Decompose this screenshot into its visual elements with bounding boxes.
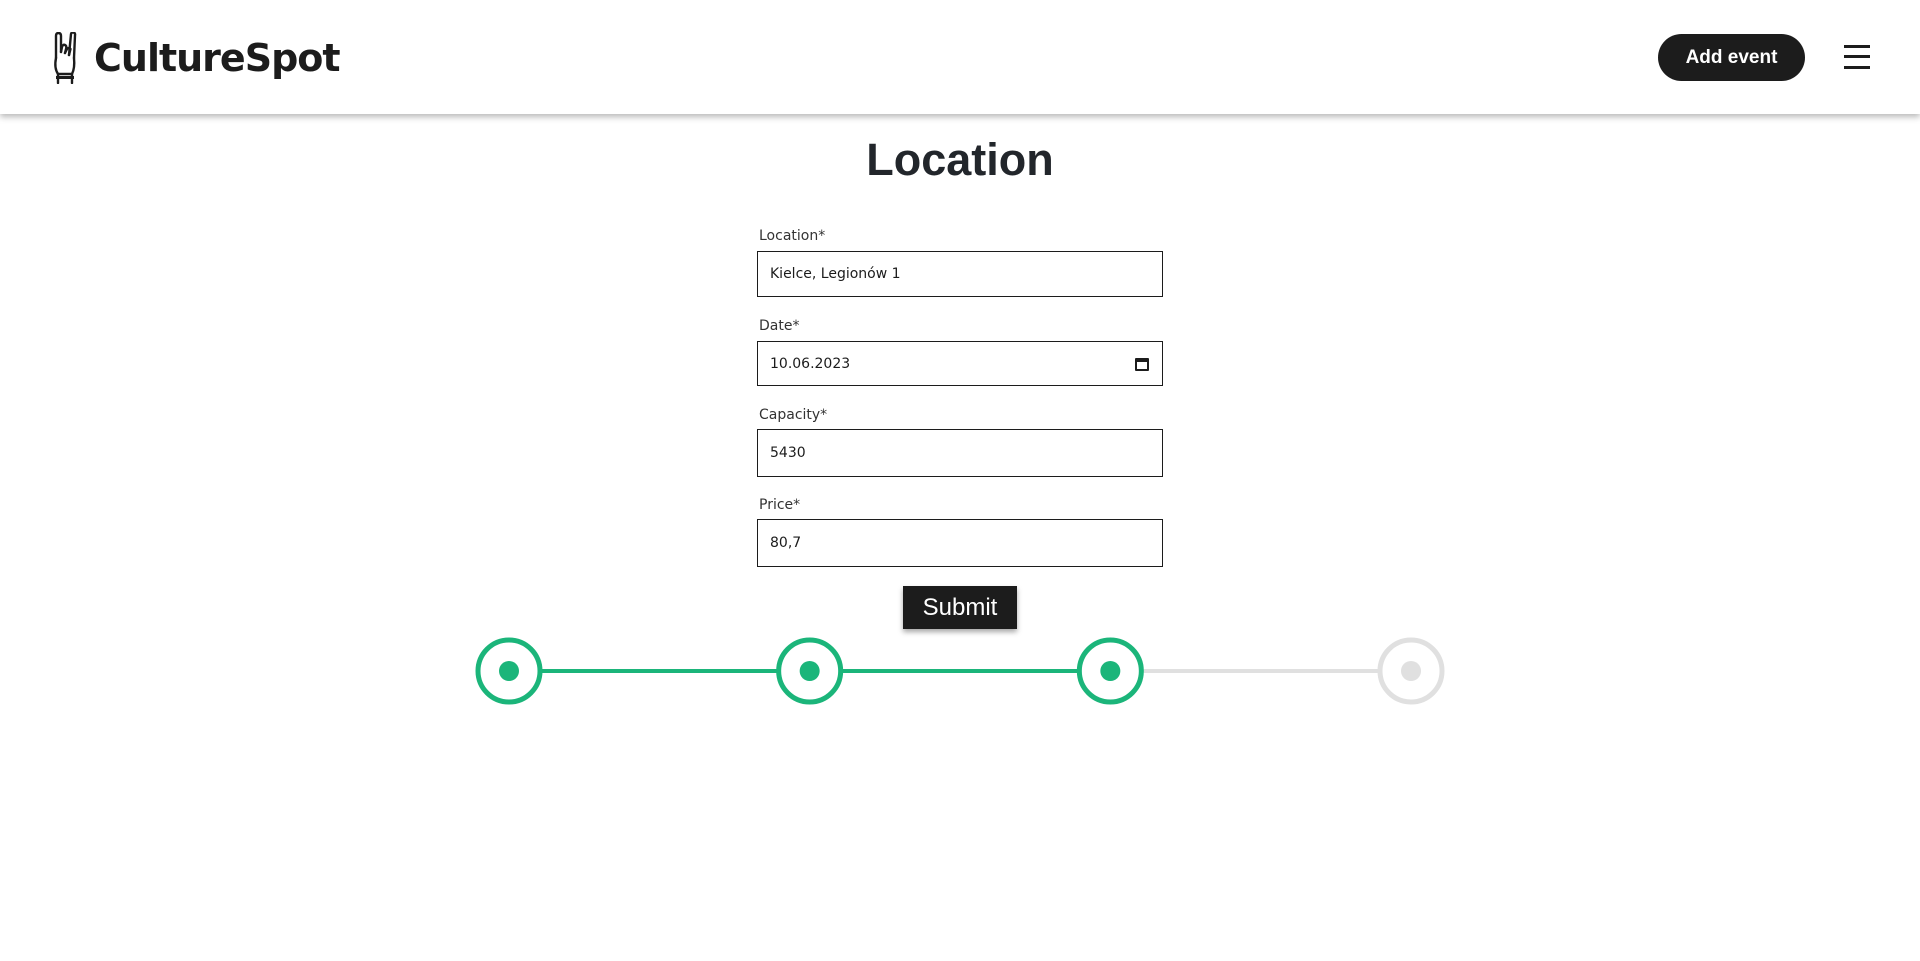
brand-logo[interactable]: CultureSpot bbox=[50, 32, 341, 84]
navbar: CultureSpot Add event bbox=[0, 0, 1920, 114]
hamburger-menu-icon[interactable] bbox=[1844, 45, 1870, 69]
stepper-step-dot-1 bbox=[499, 661, 519, 681]
stepper-step-dot-2 bbox=[799, 661, 820, 681]
rock-hand-icon bbox=[54, 32, 77, 84]
stepper-step-dot-4 bbox=[1401, 661, 1421, 681]
add-event-button[interactable]: Add event bbox=[1658, 34, 1805, 81]
brand-name: CultureSpot bbox=[94, 36, 341, 80]
stepper-step-dot-3 bbox=[1100, 661, 1121, 681]
